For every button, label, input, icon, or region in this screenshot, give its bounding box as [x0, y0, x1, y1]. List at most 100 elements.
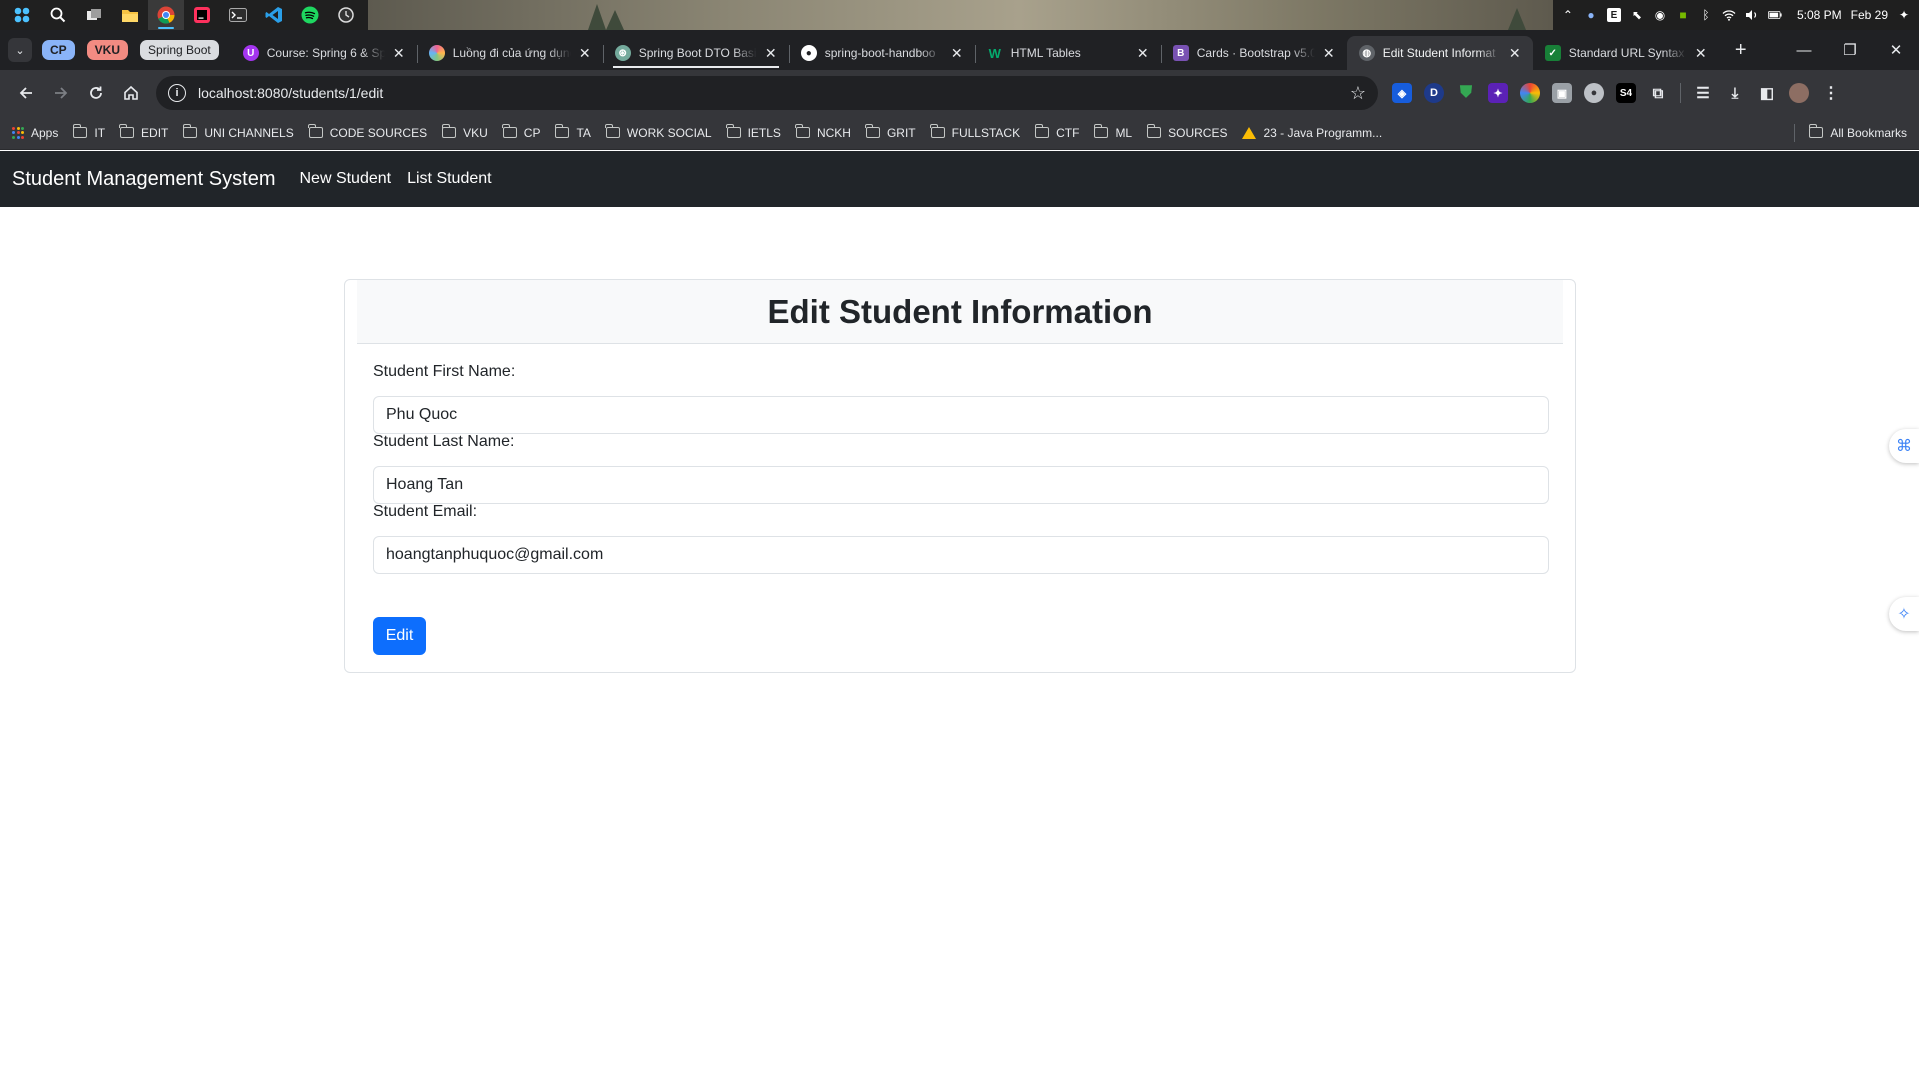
close-icon[interactable]: ✕ — [1507, 45, 1523, 61]
bookmark-folder-cp[interactable]: CP — [502, 124, 541, 140]
nav-link-new-student[interactable]: New Student — [299, 170, 391, 188]
bookmark-folder-ctf[interactable]: CTF — [1034, 124, 1079, 140]
email-field[interactable] — [373, 536, 1549, 574]
navbar-brand[interactable]: Student Management System — [12, 168, 275, 191]
bookmark-folder-nckh[interactable]: NCKH — [795, 124, 851, 140]
close-icon[interactable]: ✕ — [391, 45, 407, 61]
battery-icon[interactable] — [1767, 8, 1782, 22]
volume-icon[interactable] — [1745, 8, 1759, 22]
side-widget-sparkle-icon[interactable]: ✧ — [1889, 597, 1919, 631]
vscode-icon[interactable] — [256, 0, 292, 30]
start-icon[interactable] — [4, 0, 40, 30]
nvidia-icon[interactable]: ■ — [1676, 8, 1690, 22]
minimize-icon[interactable]: — — [1781, 30, 1827, 70]
circle-ext-icon[interactable]: ● — [1584, 83, 1604, 103]
reading-list-icon[interactable]: ☰ — [1693, 83, 1713, 103]
bookmark-folder-edit[interactable]: EDIT — [119, 124, 168, 140]
home-icon[interactable] — [115, 77, 147, 109]
kebab-menu-icon[interactable]: ⋮ — [1821, 83, 1841, 103]
dashlane-icon[interactable]: D — [1424, 83, 1444, 103]
close-icon[interactable]: ✕ — [763, 45, 779, 61]
new-tab-plus-icon[interactable]: + — [1727, 36, 1755, 64]
first-name-field[interactable] — [373, 396, 1549, 434]
bluetooth-icon[interactable]: ᛒ — [1699, 8, 1713, 22]
tab-standard-url-syntax[interactable]: ✓ Standard URL Syntax ✕ — [1533, 36, 1719, 70]
bitwarden-icon[interactable]: ◈ — [1392, 83, 1412, 103]
bookmark-star-icon[interactable]: ☆ — [1350, 83, 1366, 104]
clock-time[interactable]: 5:08 PM — [1797, 8, 1842, 22]
chrome-icon[interactable] — [148, 0, 184, 30]
tab-udemy-course[interactable]: U Course: Spring 6 & Sp ✕ — [231, 36, 417, 70]
spotify-icon[interactable] — [292, 0, 328, 30]
bookmark-folder-fullstack[interactable]: FULLSTACK — [930, 124, 1020, 140]
download-icon[interactable]: ⤓ — [1725, 83, 1745, 103]
close-icon[interactable]: ✕ — [1693, 45, 1709, 61]
chatgpt-icon: ⊛ — [614, 45, 631, 61]
reload-icon[interactable] — [80, 77, 112, 109]
notification-icon[interactable]: ✦ — [1897, 8, 1911, 22]
forward-arrow-icon[interactable] — [45, 77, 77, 109]
shield-icon[interactable]: ⛊ — [1456, 83, 1476, 103]
close-icon[interactable]: ✕ — [1135, 45, 1151, 61]
color-ring-icon[interactable] — [1520, 83, 1540, 103]
pointer-icon[interactable]: ⬉ — [1630, 8, 1644, 22]
bookmark-folder-uni-channels[interactable]: UNI CHANNELS — [182, 124, 294, 140]
tab-search-icon[interactable]: ⌄ — [8, 38, 32, 62]
close-icon[interactable]: ✕ — [1321, 45, 1337, 61]
restore-icon[interactable]: ❐ — [1827, 30, 1873, 70]
bookmark-folder-work-social[interactable]: WORK SOCIAL — [605, 124, 712, 140]
task-view-icon[interactable] — [76, 0, 112, 30]
site-info-icon[interactable]: i — [168, 84, 186, 102]
vpn-icon[interactable]: ◉ — [1653, 8, 1667, 22]
microphone-icon[interactable]: ● — [1584, 8, 1598, 22]
bookmark-folder-it[interactable]: IT — [72, 124, 105, 140]
bookmark-folder-code-sources[interactable]: CODE SOURCES — [308, 124, 427, 140]
tab-bootstrap-cards[interactable]: B Cards · Bootstrap v5.0 ✕ — [1160, 36, 1347, 70]
bookmark-folder-ml[interactable]: ML — [1093, 124, 1132, 140]
bookmark-folder-ta[interactable]: TA — [554, 124, 591, 140]
bookmark-java-programming[interactable]: 23 - Java Programm... — [1242, 126, 1382, 140]
tab-group-vku[interactable]: VKU — [86, 40, 129, 60]
tab-luong-di[interactable]: Luồng đi của ứng dụng ✕ — [416, 36, 603, 70]
search-icon[interactable] — [40, 0, 76, 30]
chevron-up-icon[interactable]: ⌃ — [1561, 8, 1575, 22]
tab-edit-student-active[interactable]: ◍ Edit Student Informat ✕ — [1346, 36, 1533, 70]
profile-avatar[interactable] — [1789, 83, 1809, 103]
clock-app-icon[interactable] — [328, 0, 364, 30]
back-arrow-icon[interactable] — [10, 77, 42, 109]
side-panel-icon[interactable]: ◧ — [1757, 83, 1777, 103]
clock-date[interactable]: Feb 29 — [1851, 8, 1888, 22]
address-bar[interactable]: i localhost:8080/students/1/edit ☆ — [156, 76, 1378, 110]
terminal-icon[interactable] — [220, 0, 256, 30]
s4-icon[interactable]: S4 — [1616, 83, 1636, 103]
bookmark-folder-vku[interactable]: VKU — [441, 124, 488, 140]
photo-icon[interactable]: ▣ — [1552, 83, 1572, 103]
intellij-icon[interactable] — [184, 0, 220, 30]
last-name-field[interactable] — [373, 466, 1549, 504]
bookmark-folder-ietls[interactable]: IETLS — [725, 124, 781, 140]
side-widget-translate-icon[interactable]: ⌘ — [1889, 429, 1919, 463]
bookmark-label: CP — [523, 125, 541, 140]
tab-github-handbook[interactable]: ● spring-boot-handboo ✕ — [788, 36, 975, 70]
extensions-puzzle-icon[interactable]: ⧉ — [1648, 83, 1668, 103]
tab-group-cp[interactable]: CP — [42, 40, 75, 60]
nav-link-list-student[interactable]: List Student — [407, 170, 492, 188]
edit-submit-button[interactable]: Edit — [373, 617, 426, 655]
tab-group-spring-boot[interactable]: Spring Boot — [140, 40, 219, 60]
all-bookmarks[interactable]: All Bookmarks — [1794, 123, 1907, 142]
window-close-icon[interactable]: ✕ — [1873, 30, 1919, 70]
tab-html-tables[interactable]: W HTML Tables ✕ — [974, 36, 1161, 70]
puzzle-badge-icon[interactable]: ✦ — [1488, 83, 1508, 103]
bookmark-label: Apps — [31, 125, 59, 140]
file-explorer-icon[interactable] — [112, 0, 148, 30]
address-url[interactable]: localhost:8080/students/1/edit — [198, 85, 1350, 101]
bookmark-apps[interactable]: Apps — [12, 126, 58, 140]
evernote-icon[interactable]: E — [1606, 8, 1621, 22]
close-icon[interactable]: ✕ — [949, 45, 965, 61]
bookmark-folder-sources[interactable]: SOURCES — [1146, 124, 1227, 140]
bookmark-label: IETLS — [747, 125, 781, 140]
wifi-icon[interactable] — [1722, 8, 1736, 22]
close-icon[interactable]: ✕ — [577, 45, 593, 61]
tab-spring-boot-dto[interactable]: ⊛ Spring Boot DTO Basi ✕ — [602, 36, 789, 70]
bookmark-folder-grit[interactable]: GRIT — [865, 124, 916, 140]
